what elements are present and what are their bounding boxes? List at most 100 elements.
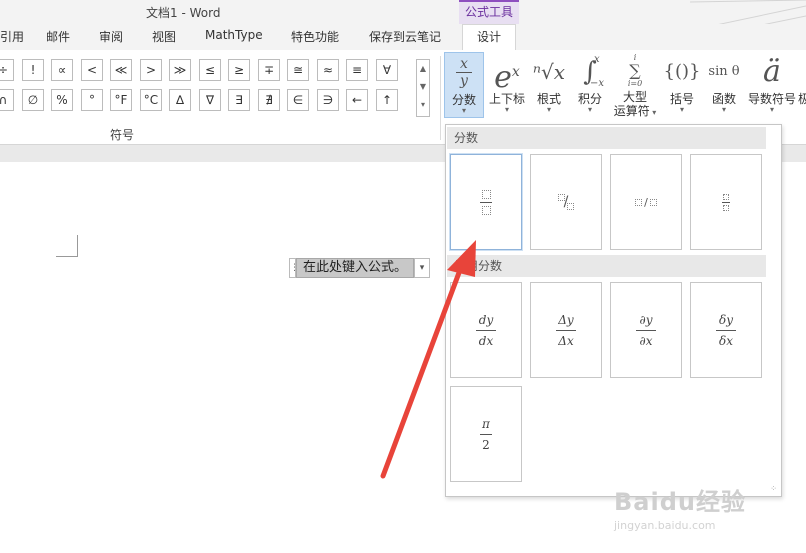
symbol-button[interactable]: ∇ bbox=[199, 89, 221, 111]
bracket-button[interactable]: {()} 括号 ▾ bbox=[662, 52, 702, 118]
fraction-label: 分数 bbox=[451, 93, 476, 107]
ribbon-tabs: 引用 邮件 审阅 视图 MathType 特色功能 保存到云笔记 设计 bbox=[0, 24, 806, 50]
symbol-button[interactable]: ≡ bbox=[346, 59, 368, 81]
equation-tools-context-tab: 公式工具 bbox=[459, 0, 519, 24]
small-fraction-preview bbox=[722, 193, 730, 211]
group-separator bbox=[440, 56, 441, 140]
symbol-button[interactable]: ← bbox=[346, 89, 368, 111]
symbol-button[interactable]: °C bbox=[140, 89, 162, 111]
limit-label: 极 bbox=[798, 92, 806, 106]
symbol-button[interactable]: < bbox=[81, 59, 103, 81]
small-fraction-option[interactable] bbox=[690, 154, 762, 250]
chevron-down-icon: ▾ bbox=[679, 105, 684, 114]
symbol-button[interactable]: ∩ bbox=[0, 89, 14, 111]
tab-review[interactable]: 审阅 bbox=[99, 28, 123, 45]
chevron-down-icon: ▾ bbox=[587, 105, 592, 114]
page-corner-mark bbox=[56, 235, 78, 257]
equation-box[interactable]: ⋮ 在此处键入公式。 ▾ bbox=[289, 257, 431, 279]
large-operator-button[interactable]: i ∑ i=0 大型 运算符 ▾ bbox=[612, 52, 658, 119]
chevron-down-icon: ▾ bbox=[769, 105, 774, 114]
resize-grip-icon[interactable]: ⁘ bbox=[770, 484, 777, 493]
symbol-button[interactable]: °F bbox=[110, 89, 132, 111]
symbol-button[interactable]: ≪ bbox=[110, 59, 132, 81]
symbol-button[interactable]: ÷ bbox=[0, 59, 14, 81]
accent-button[interactable]: ä 导数符号 ▾ bbox=[746, 52, 798, 118]
accent-icon: ä bbox=[763, 54, 781, 89]
accent-label: 导数符号 bbox=[747, 92, 796, 106]
dy-dx-option[interactable]: dy dx bbox=[450, 282, 522, 378]
tab-design[interactable]: 设计 bbox=[462, 24, 517, 50]
large-operator-label-2: 运算符 ▾ bbox=[613, 104, 657, 118]
symbol-button[interactable]: > bbox=[140, 59, 162, 81]
equation-placeholder[interactable]: 在此处键入公式。 bbox=[296, 258, 415, 278]
tab-view[interactable]: 视图 bbox=[152, 28, 176, 45]
tab-references[interactable]: 引用 bbox=[0, 28, 24, 45]
symbol-button[interactable]: ≤ bbox=[199, 59, 221, 81]
pi-over-2-option[interactable]: π2 bbox=[450, 386, 522, 482]
symbol-gallery-scroll[interactable]: ▲ ▼ ▾ bbox=[416, 59, 430, 117]
chevron-down-icon: ▾ bbox=[721, 105, 726, 114]
symbol-button[interactable]: ≈ bbox=[317, 59, 339, 81]
partial-y-partial-x-preview: ∂y ∂x bbox=[636, 313, 656, 348]
function-icon: sin θ bbox=[708, 64, 740, 79]
symbol-button[interactable]: ° bbox=[81, 89, 103, 111]
fraction-button[interactable]: x y 分数 ▾ bbox=[444, 52, 484, 118]
title-bar: 文档1 - Word 公式工具 bbox=[0, 0, 806, 59]
tab-mathtype[interactable]: MathType bbox=[205, 28, 263, 42]
chevron-down-icon: ▾ bbox=[504, 105, 509, 114]
symbol-button[interactable]: ∀ bbox=[376, 59, 398, 81]
equation-drag-handle[interactable]: ⋮ bbox=[289, 258, 299, 278]
large-operator-icon: i ∑ i=0 bbox=[627, 53, 643, 88]
delta-y-delta-x-preview: Δy Δx bbox=[556, 313, 576, 348]
function-label: 函数 bbox=[711, 92, 736, 106]
limit-button[interactable]: 极 bbox=[798, 52, 806, 118]
script-label: 上下标 bbox=[488, 92, 525, 106]
symbol-button[interactable]: ∋ bbox=[317, 89, 339, 111]
symbol-button[interactable]: ∝ bbox=[51, 59, 73, 81]
symbol-button[interactable]: ∓ bbox=[258, 59, 280, 81]
baidu-watermark: Baidu经验 jingyan.baidu.com bbox=[614, 482, 764, 542]
symbol-button[interactable]: ∈ bbox=[287, 89, 309, 111]
stacked-fraction-preview bbox=[480, 189, 492, 215]
symbol-button[interactable]: ≥ bbox=[228, 59, 250, 81]
pi-over-2-preview: π2 bbox=[480, 417, 492, 452]
delta-y-delta-x-option[interactable]: Δy Δx bbox=[530, 282, 602, 378]
symbol-button[interactable]: ∅ bbox=[22, 89, 44, 111]
equation-options-dropdown[interactable]: ▾ bbox=[414, 258, 431, 278]
tab-mailings[interactable]: 邮件 bbox=[46, 28, 70, 45]
symbol-button[interactable]: ! bbox=[22, 59, 44, 81]
symbol-button[interactable]: ↑ bbox=[376, 89, 398, 111]
radical-icon: ⁿ√x bbox=[532, 60, 566, 84]
script-button[interactable]: ex 上下标 ▾ bbox=[486, 52, 528, 118]
function-button[interactable]: sin θ 函数 ▾ bbox=[704, 52, 744, 118]
skewed-fraction-preview: / bbox=[557, 194, 575, 210]
symbol-button[interactable]: ∄ bbox=[258, 89, 280, 111]
stacked-fraction-option[interactable] bbox=[450, 154, 522, 250]
radical-button[interactable]: ⁿ√x 根式 ▾ bbox=[530, 52, 568, 118]
linear-fraction-option[interactable]: / bbox=[610, 154, 682, 250]
symbol-button[interactable]: % bbox=[51, 89, 73, 111]
gallery-section-fraction: 分数 bbox=[447, 127, 766, 149]
symbol-button[interactable]: ≅ bbox=[287, 59, 309, 81]
integral-button[interactable]: ∫ x −x 积分 ▾ bbox=[572, 52, 608, 118]
skewed-fraction-option[interactable]: / bbox=[530, 154, 602, 250]
small-delta-y-delta-x-option[interactable]: δy δx bbox=[690, 282, 762, 378]
chevron-down-icon: ▾ bbox=[461, 106, 466, 115]
symbol-button[interactable]: ≫ bbox=[169, 59, 191, 81]
symbol-button[interactable]: ∆ bbox=[169, 89, 191, 111]
chevron-down-icon: ▾ bbox=[546, 105, 551, 114]
partial-y-partial-x-option[interactable]: ∂y ∂x bbox=[610, 282, 682, 378]
baidu-logo: Baidu经验 bbox=[614, 488, 746, 516]
tab-special-features[interactable]: 特色功能 bbox=[291, 28, 339, 45]
gallery-section-common-fractions: 常用分数 bbox=[447, 255, 766, 277]
dy-dx-preview: dy dx bbox=[476, 313, 496, 348]
baidu-url: jingyan.baidu.com bbox=[614, 519, 716, 532]
large-operator-label: 大型 bbox=[622, 90, 647, 104]
radical-label: 根式 bbox=[536, 92, 561, 106]
linear-fraction-preview: / bbox=[635, 196, 657, 209]
window-title: 文档1 - Word bbox=[146, 6, 221, 20]
bracket-icon: {()} bbox=[663, 61, 701, 82]
tab-save-to-cloud-note[interactable]: 保存到云笔记 bbox=[369, 28, 441, 45]
symbol-button[interactable]: ∃ bbox=[228, 89, 250, 111]
bracket-label: 括号 bbox=[669, 92, 694, 106]
